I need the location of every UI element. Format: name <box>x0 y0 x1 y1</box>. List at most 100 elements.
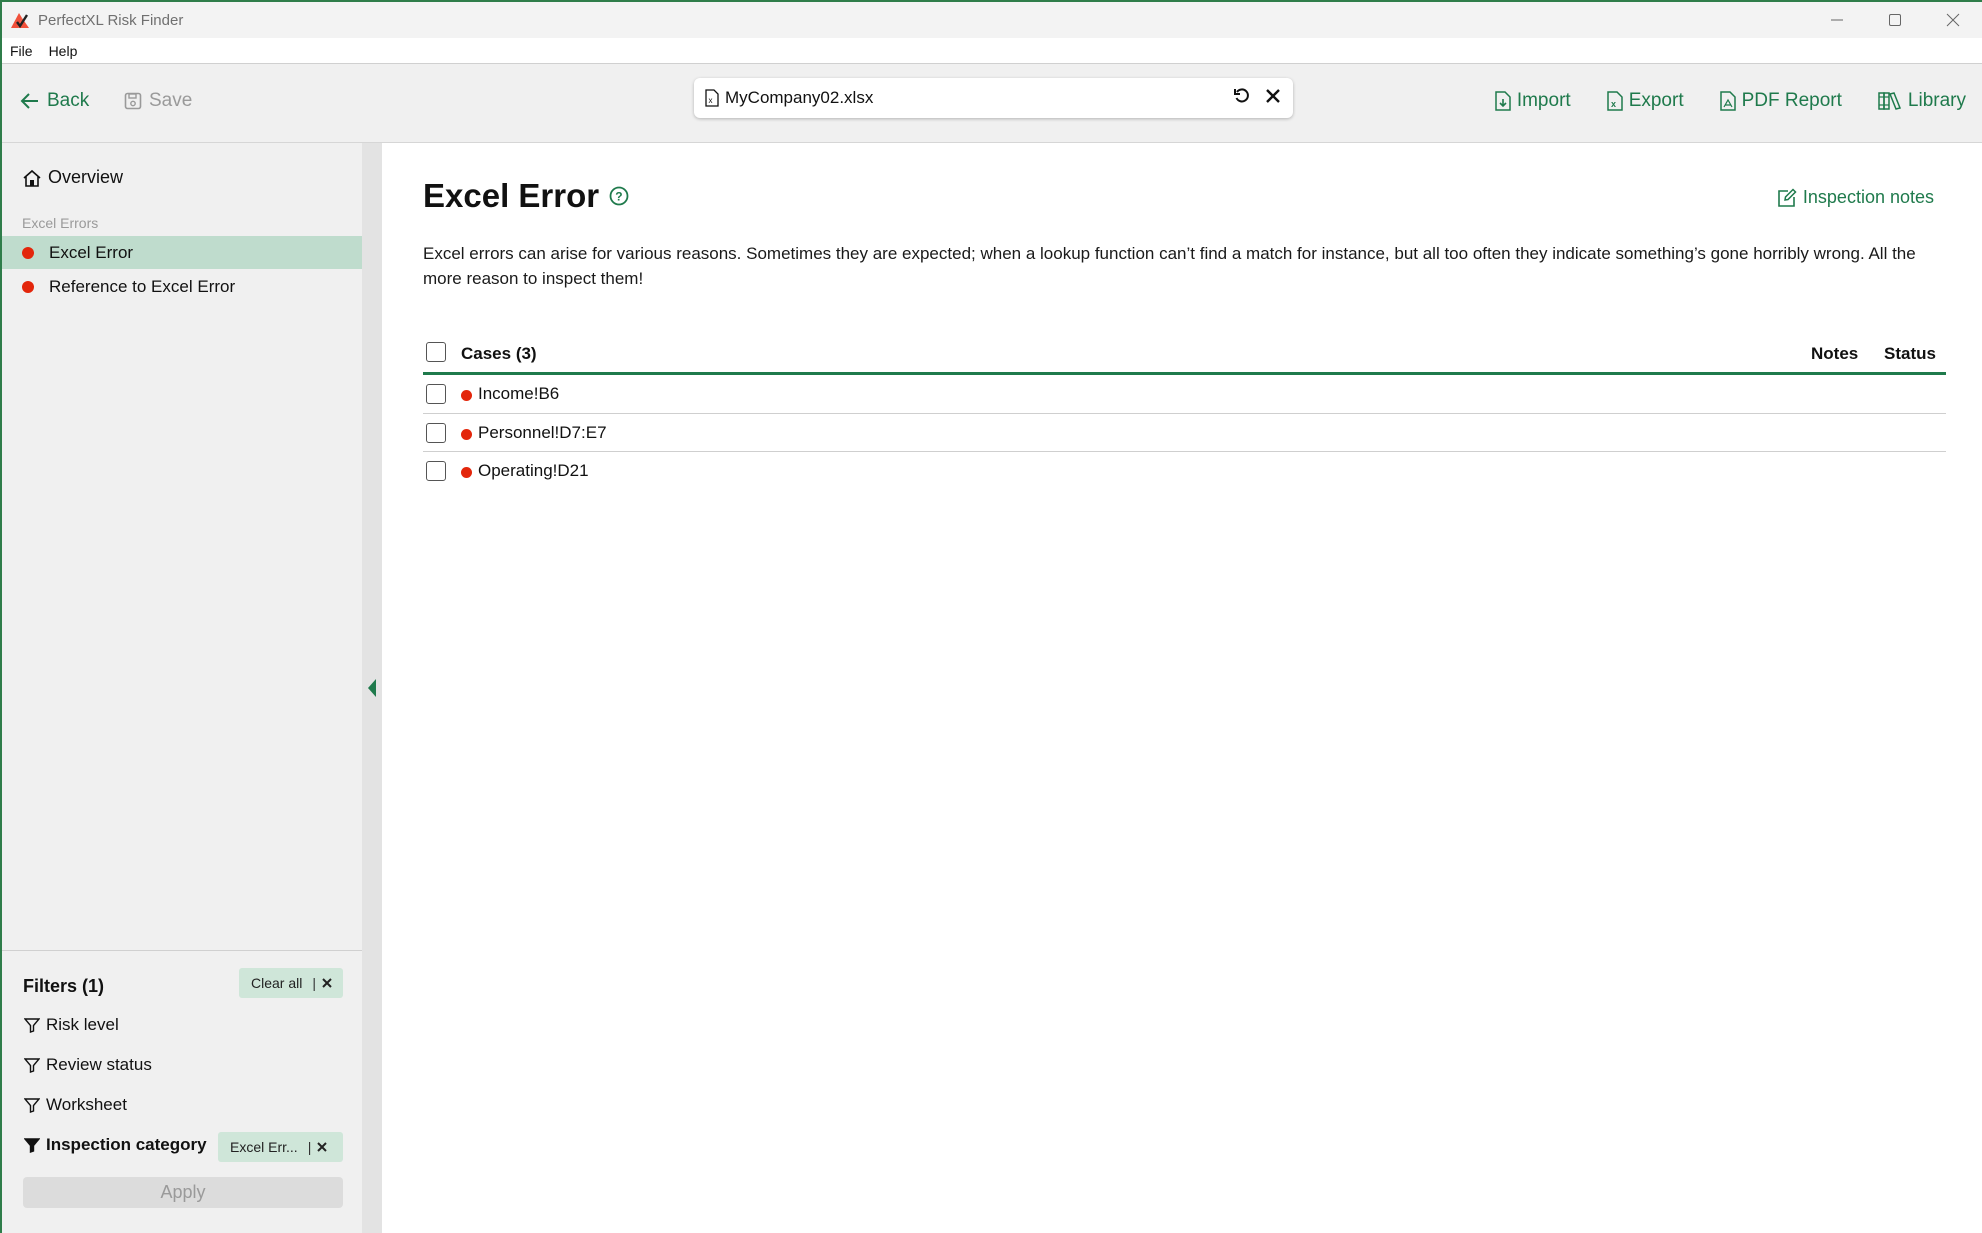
library-button[interactable]: Library <box>1878 90 1966 112</box>
collapse-sidebar-icon[interactable] <box>367 678 377 698</box>
cell-reference: Personnel!D7:E7 <box>478 422 607 442</box>
minimize-icon <box>1831 19 1843 21</box>
inspection-notes-label: Inspection notes <box>1802 187 1934 207</box>
risk-dot-icon <box>461 390 472 401</box>
sidebar-item-label: Excel Error <box>49 242 134 262</box>
toolbar: Back Save x MyCompany02.xlsx Import x Ex… <box>2 64 1982 143</box>
svg-text:x: x <box>709 96 713 105</box>
title-bar: PerfectXL Risk Finder <box>2 0 1982 38</box>
close-icon <box>317 1142 328 1152</box>
menu-file[interactable]: File <box>2 43 41 59</box>
sidebar: Overview Excel Errors Excel Error Refere… <box>2 143 362 1233</box>
cell-reference: Income!B6 <box>478 384 560 403</box>
filter-filled-icon <box>24 1138 40 1153</box>
filters-panel: Filters (1) Clear all | Risk level Revie… <box>2 950 362 1233</box>
export-label: Export <box>1628 90 1684 111</box>
library-label: Library <box>1907 90 1966 111</box>
help-button[interactable]: ? <box>609 186 629 206</box>
library-icon <box>1878 92 1901 110</box>
table-header: Cases (3) Notes Status <box>423 335 1946 375</box>
clear-all-filters-button[interactable]: Clear all | <box>239 968 343 998</box>
filter-label: Review status <box>46 1055 152 1074</box>
close-icon <box>322 978 332 988</box>
column-header-notes[interactable]: Notes <box>1811 344 1858 364</box>
apply-filters-button[interactable]: Apply <box>23 1177 343 1208</box>
close-icon <box>1946 13 1960 27</box>
minimize-button[interactable] <box>1808 2 1866 38</box>
inspection-category-chip[interactable]: Excel Err... | <box>218 1132 343 1162</box>
app-logo-icon <box>11 13 29 29</box>
chip-label: Excel Err... <box>230 1139 298 1155</box>
maximize-icon <box>1889 14 1901 26</box>
risk-dot-icon <box>22 246 34 259</box>
risk-dot-icon <box>461 428 472 440</box>
select-all-checkbox[interactable] <box>426 342 446 362</box>
pdf-file-icon <box>1719 91 1736 111</box>
import-label: Import <box>1516 90 1571 111</box>
column-header-status[interactable]: Status <box>1884 344 1936 364</box>
column-header-cases[interactable]: Cases (3) <box>461 344 537 364</box>
arrow-left-icon <box>20 93 38 109</box>
home-icon <box>23 169 41 187</box>
window-title: PerfectXL Risk Finder <box>38 11 184 29</box>
filter-worksheet[interactable]: Worksheet <box>24 1095 127 1115</box>
help-circle-icon: ? <box>609 186 629 206</box>
back-button[interactable]: Back <box>20 90 89 112</box>
file-import-icon <box>1495 91 1511 111</box>
chip-separator: | <box>307 1139 312 1155</box>
back-label: Back <box>47 90 90 111</box>
close-icon <box>1266 89 1280 103</box>
close-window-button[interactable] <box>1924 2 1982 38</box>
maximize-button[interactable] <box>1866 2 1924 38</box>
reload-file-button[interactable] <box>1233 87 1251 105</box>
pdf-report-label: PDF Report <box>1741 90 1842 111</box>
filter-label: Inspection category <box>46 1135 207 1154</box>
edit-note-icon <box>1778 187 1797 207</box>
filter-icon <box>24 1058 40 1073</box>
filter-label: Worksheet <box>46 1095 127 1114</box>
overview-label: Overview <box>48 167 124 187</box>
page-title-text: Excel Error <box>423 177 600 214</box>
sidebar-item-reference-to-excel-error[interactable]: Reference to Excel Error <box>2 270 362 303</box>
menu-help[interactable]: Help <box>41 43 86 59</box>
sidebar-splitter[interactable] <box>362 143 382 1233</box>
menu-bar: File Help <box>2 38 1982 64</box>
filter-risk-level[interactable]: Risk level <box>24 1015 119 1035</box>
svg-text:?: ? <box>615 190 622 204</box>
sidebar-item-label: Reference to Excel Error <box>49 276 236 296</box>
main-content: Excel Error ? Inspection notes Excel err… <box>382 143 1982 1233</box>
row-checkbox[interactable] <box>426 461 446 481</box>
open-file-box: x MyCompany02.xlsx <box>694 78 1293 118</box>
page-description: Excel errors can arise for various reaso… <box>423 244 1916 288</box>
save-button[interactable]: Save <box>124 90 192 112</box>
save-icon <box>124 92 142 110</box>
filter-inspection-category[interactable]: Inspection category <box>24 1135 207 1155</box>
row-checkbox[interactable] <box>426 422 446 443</box>
reload-icon <box>1234 88 1249 103</box>
table-row[interactable]: Operating!D21 <box>423 452 1946 491</box>
table-row[interactable]: Income!B6 <box>423 375 1946 414</box>
filter-label: Risk level <box>46 1015 119 1034</box>
filters-title: Filters (1) <box>23 976 105 996</box>
filter-review-status[interactable]: Review status <box>24 1055 152 1075</box>
close-file-button[interactable] <box>1265 87 1281 105</box>
pdf-report-button[interactable]: PDF Report <box>1719 90 1842 112</box>
import-button[interactable]: Import <box>1495 90 1571 112</box>
inspection-notes-button[interactable]: Inspection notes <box>1777 187 1934 208</box>
sidebar-item-overview[interactable]: Overview <box>22 167 123 188</box>
svg-text:x: x <box>1611 99 1616 109</box>
filter-icon <box>24 1018 40 1033</box>
filter-icon <box>24 1098 40 1113</box>
excel-file-icon: x <box>705 89 719 107</box>
excel-export-icon: x <box>1606 91 1623 111</box>
sidebar-item-excel-error[interactable]: Excel Error <box>2 236 362 269</box>
page-title: Excel Error ? <box>423 177 629 215</box>
remove-filter-button[interactable] <box>317 1142 328 1152</box>
nav-group-label: Excel Errors <box>22 215 99 231</box>
save-label: Save <box>149 90 193 111</box>
risk-dot-icon <box>461 467 472 478</box>
cell-reference: Operating!D21 <box>478 461 589 480</box>
row-checkbox[interactable] <box>426 384 446 404</box>
export-button[interactable]: x Export <box>1606 90 1684 112</box>
table-row[interactable]: Personnel!D7:E7 <box>423 414 1946 452</box>
